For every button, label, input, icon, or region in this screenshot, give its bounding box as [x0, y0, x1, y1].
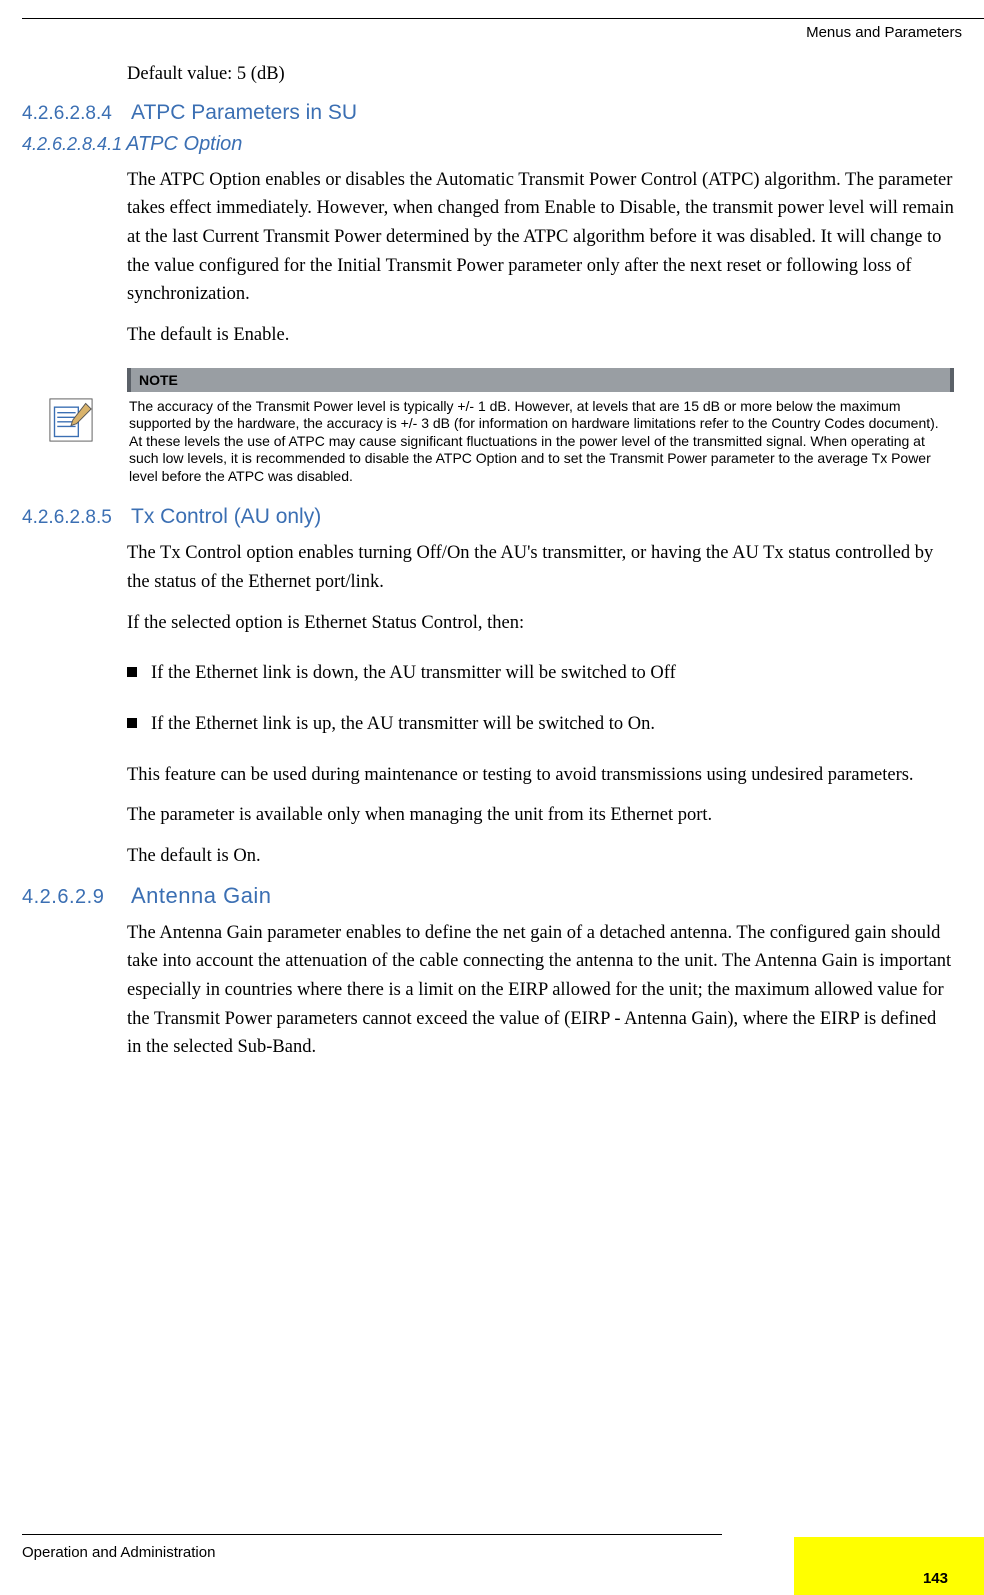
header-section-title: Menus and Parameters	[806, 24, 962, 41]
note-text: The accuracy of the Transmit Power level…	[127, 392, 954, 488]
heading-title: ATPC Parameters in SU	[131, 101, 357, 125]
paragraph: The ATPC Option enables or disables the …	[127, 166, 954, 309]
heading-number: 4.2.6.2.9	[22, 886, 127, 909]
bullet-text: If the Ethernet link is down, the AU tra…	[151, 659, 954, 688]
heading-title: Antenna Gain	[131, 883, 272, 909]
list-item: If the Ethernet link is down, the AU tra…	[127, 659, 954, 688]
paragraph: The default is On.	[127, 842, 954, 871]
heading-atpc-option: 4.2.6.2.8.4.1 ATPC Option	[22, 133, 962, 156]
heading-antenna-gain: 4.2.6.2.9 Antenna Gain	[22, 883, 962, 909]
footer-highlight-strip	[794, 1537, 984, 1595]
note-label: NOTE	[127, 368, 954, 392]
paragraph: The Antenna Gain parameter enables to de…	[127, 919, 954, 1062]
heading-atpc-parameters-su: 4.2.6.2.8.4 ATPC Parameters in SU	[22, 101, 962, 125]
heading-tx-control: 4.2.6.2.8.5 Tx Control (AU only)	[22, 505, 962, 529]
header-rule	[22, 18, 984, 19]
note-block: NOTE The accuracy of the Transmit Power …	[127, 368, 954, 488]
bullet-icon	[127, 667, 137, 677]
page: Menus and Parameters Default value: 5 (d…	[0, 0, 984, 1595]
bullet-text: If the Ethernet link is up, the AU trans…	[151, 710, 954, 739]
paragraph: The parameter is available only when man…	[127, 801, 954, 830]
footer-rule	[22, 1534, 722, 1535]
list-item: If the Ethernet link is up, the AU trans…	[127, 710, 954, 739]
paragraph: If the selected option is Ethernet Statu…	[127, 609, 954, 638]
paragraph: This feature can be used during maintena…	[127, 761, 954, 790]
footer-chapter-title: Operation and Administration	[22, 1544, 215, 1561]
paragraph: The default is Enable.	[127, 321, 954, 350]
heading-number: 4.2.6.2.8.4.1	[22, 134, 122, 155]
bullet-icon	[127, 718, 137, 728]
paragraph: The Tx Control option enables turning Of…	[127, 539, 954, 596]
page-number: 143	[923, 1570, 948, 1587]
heading-number: 4.2.6.2.8.5	[22, 507, 127, 529]
default-value-line: Default value: 5 (dB)	[127, 60, 954, 89]
heading-number: 4.2.6.2.8.4	[22, 103, 127, 125]
note-pencil-icon	[49, 398, 93, 442]
heading-title: ATPC Option	[126, 133, 242, 156]
content-area: Default value: 5 (dB) 4.2.6.2.8.4 ATPC P…	[22, 60, 962, 1074]
heading-title: Tx Control (AU only)	[131, 505, 321, 529]
